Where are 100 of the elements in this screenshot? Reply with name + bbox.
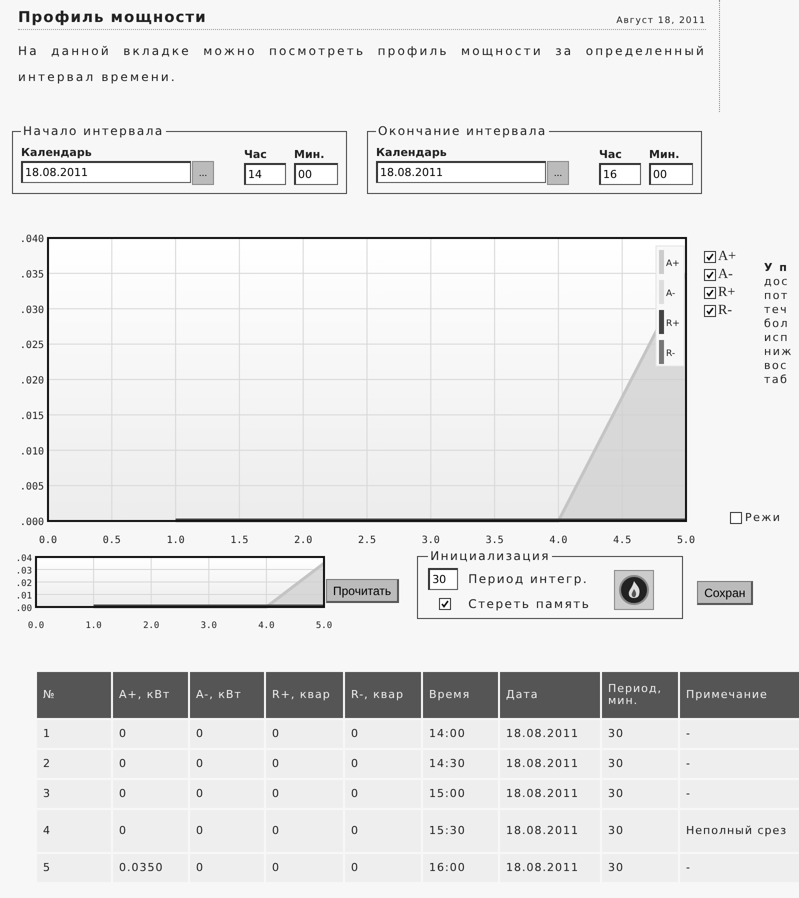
date-field[interactable]: 18.08.2011 [376,161,546,183]
legend-label: R- [666,349,676,359]
table-cell: - [679,779,799,809]
series-checkbox[interactable] [704,251,716,263]
side-text-line: вос [764,359,789,373]
checkbox-label: A+ [718,249,736,265]
table-cell: 0 [265,853,344,883]
date-field[interactable]: 18.08.2011 [21,161,191,183]
axis-tick-label: .02 [16,579,32,589]
table-cell: 0 [344,853,422,883]
axis-tick-label: 5.0 [676,535,696,545]
table-cell: 0 [189,749,265,779]
erase-checkbox[interactable] [439,598,452,610]
series-checkbox[interactable] [704,269,716,281]
side-text-line: ниж [764,345,793,359]
table-cell: Неполный срез [679,809,799,853]
save-button[interactable]: Сохран [697,581,754,605]
mode-checkbox[interactable] [730,512,742,524]
table-cell: 0 [265,749,344,779]
date-picker-button[interactable]: ... [547,161,569,185]
table-cell: 1 [36,719,112,749]
table-cell: 15:00 [422,779,499,809]
table-cell: 0 [112,779,189,809]
side-text-line: теч [764,303,790,317]
axis-tick-label: .04 [16,554,32,564]
minute-field[interactable]: 00 [294,163,338,185]
table-cell: 30 [601,719,679,749]
column-header: Период, мин. [601,671,679,719]
axis-tick-label: .040 [20,234,44,245]
axis-tick-label: 5.0 [316,621,332,630]
axis-tick-label: .020 [20,376,44,386]
legend-label: A- [666,289,676,299]
column-header: A+, кВт [112,671,189,719]
hour-field[interactable]: 14 [244,163,286,185]
series-checkbox[interactable] [704,305,716,317]
axis-tick-label: .030 [20,304,44,316]
axis-tick-label: 3.0 [200,621,217,630]
side-text-line: таб [764,373,790,387]
minute-field[interactable]: 00 [649,163,693,185]
init-button[interactable] [614,570,654,610]
table-cell: 0 [112,809,189,853]
table-cell: 0 [112,749,189,779]
series-checkbox[interactable] [704,287,716,299]
checkbox-label: Стереть память [468,596,592,611]
column-header: R-, квар [344,671,422,719]
side-text-line: дос [764,275,790,289]
axis-tick-label: 0.0 [38,535,58,545]
field-label: Мин. [649,148,680,161]
field-label: Час [244,148,268,161]
table-cell: 18.08.2011 [499,809,601,853]
column-header: Время [422,671,499,719]
table-cell: 18.08.2011 [499,719,601,749]
column-header: A-, кВт [189,671,265,719]
column-header: Примечание [679,671,799,719]
hour-field[interactable]: 16 [599,163,641,185]
legend-label: R+ [666,319,680,329]
table-cell: 0.0350 [112,853,189,883]
description-text: На данной вкладке можно посмотреть профиль мощности за определенный интервал времени. [18,43,706,86]
table-cell: 0 [344,749,422,779]
table-cell: 3 [36,779,112,809]
column-header: R+, квар [265,671,344,719]
axis-tick-label: .010 [20,446,44,458]
table-cell: 15:30 [422,809,499,853]
side-text-line: пот [764,289,790,303]
table-cell: 0 [265,719,344,749]
column-header: № [36,671,112,719]
axis-tick-label: 2.5 [358,535,376,545]
table-cell: 0 [189,809,265,853]
page-title: Профиль мощности [18,8,207,26]
page-date: Август 18, 2011 [616,16,706,26]
table-cell: 2 [36,749,112,779]
checkbox-label: R- [718,303,732,319]
legend-label: A+ [666,259,680,269]
field-label: Календарь [376,146,448,159]
period-field[interactable]: 30 [428,568,458,590]
table-cell: 5 [36,853,112,883]
table-cell: 0 [112,719,189,749]
table-cell: 30 [601,853,679,883]
field-label: Мин. [294,148,326,161]
date-picker-button[interactable]: ... [192,161,214,185]
table-cell: 18.08.2011 [499,749,601,779]
field-label: Час [599,148,623,161]
table-cell: 0 [265,779,344,809]
group-legend: Начало интервала [21,124,166,138]
axis-tick-label: .015 [20,410,44,422]
axis-tick-label: 1.0 [166,535,185,545]
axis-tick-label: .000 [20,517,44,528]
table-cell: 18.08.2011 [499,779,601,809]
axis-tick-label: 0.5 [102,535,121,545]
axis-tick-label: .005 [20,482,44,493]
side-heading: У п [764,261,790,275]
table-cell: 14:00 [422,719,499,749]
axis-tick-label: 4.0 [258,621,275,630]
axis-tick-label: 4.0 [549,535,568,545]
table-cell: 30 [601,779,679,809]
field-label: Календарь [21,146,93,159]
axis-tick-label: .035 [20,269,44,280]
table-cell: 30 [601,809,679,853]
read-button[interactable]: Прочитать [326,579,400,603]
axis-tick-label: 4.5 [613,535,632,545]
